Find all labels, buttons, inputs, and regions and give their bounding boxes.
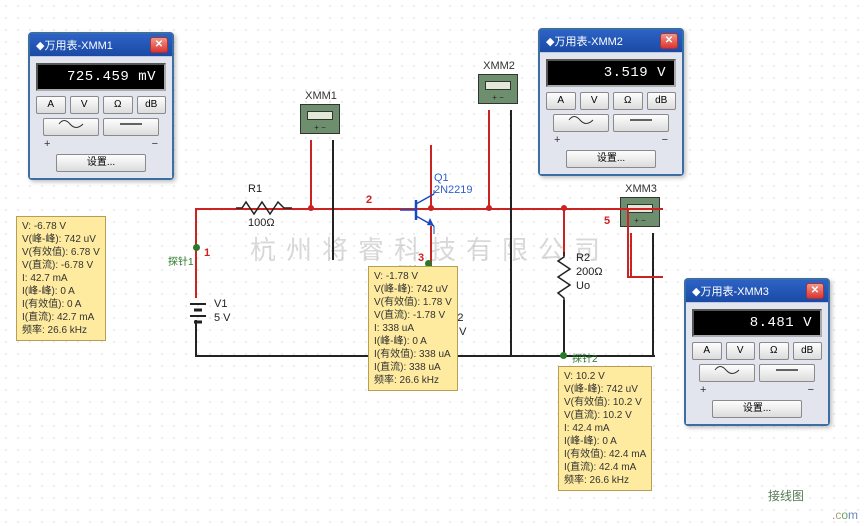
dc-button[interactable]	[759, 364, 815, 382]
ac-button[interactable]	[699, 364, 755, 382]
r1-value: 100Ω	[248, 217, 275, 229]
reading-display: 3.519 V	[546, 59, 676, 87]
instrument-xmm2-label: XMM2	[478, 60, 520, 72]
dc-icon	[774, 365, 800, 380]
mode-db-button[interactable]: dB	[793, 342, 823, 360]
mode-a-button[interactable]: A	[692, 342, 722, 360]
minus-terminal: −	[808, 384, 814, 396]
node-2: 2	[366, 194, 372, 206]
instrument-xmm1-label: XMM1	[300, 90, 342, 102]
multimeter-window-xmm1[interactable]: ◆ 万用表-XMM1 ✕ 725.459 mV A V Ω dB + − 设置..…	[28, 32, 174, 180]
dc-icon	[628, 115, 654, 130]
plus-terminal: +	[700, 384, 706, 396]
component-r1[interactable]	[236, 200, 292, 216]
probe3-note: V: -1.78 V V(峰-峰): 742 uV V(有效值): 1.78 V…	[368, 266, 458, 391]
minus-terminal: −	[662, 134, 668, 146]
component-v1[interactable]	[186, 296, 210, 326]
v1-name: V1	[214, 298, 227, 310]
close-icon[interactable]: ✕	[660, 33, 678, 49]
app-icon: ◆	[36, 39, 44, 52]
watermark-tag: 接线图	[768, 487, 804, 504]
r2-uo: Uo	[576, 280, 590, 292]
close-icon[interactable]: ✕	[806, 283, 824, 299]
probe2-note: V: 10.2 V V(峰-峰): 742 uV V(有效值): 10.2 V …	[558, 366, 652, 491]
mode-ohm-button[interactable]: Ω	[759, 342, 789, 360]
node-1: 1	[204, 247, 210, 259]
r1-name: R1	[248, 183, 262, 195]
r2-value: 200Ω	[576, 266, 603, 278]
ac-button[interactable]	[553, 114, 609, 132]
ac-button[interactable]	[43, 118, 99, 136]
plus-terminal: +	[554, 134, 560, 146]
reading-display: 8.481 V	[692, 309, 822, 337]
instrument-xmm1[interactable]: XMM1	[300, 90, 342, 134]
settings-button[interactable]: 设置...	[566, 150, 656, 168]
close-icon[interactable]: ✕	[150, 37, 168, 53]
q1-model: 2N2219	[434, 184, 473, 196]
instrument-xmm3-label: XMM3	[620, 183, 662, 195]
r2-name: R2	[576, 252, 590, 264]
app-icon: ◆	[546, 35, 554, 48]
probe1-note: V: -6.78 V V(峰-峰): 742 uV V(有效值): 6.78 V…	[16, 216, 106, 341]
sine-icon	[568, 115, 594, 130]
mode-v-button[interactable]: V	[70, 96, 100, 114]
multimeter-window-xmm3[interactable]: ◆ 万用表-XMM3 ✕ 8.481 V A V Ω dB + − 设置...	[684, 278, 830, 426]
component-r2[interactable]	[556, 252, 572, 304]
watermark-site: .com	[832, 508, 858, 522]
sine-icon	[714, 365, 740, 380]
mode-db-button[interactable]: dB	[137, 96, 167, 114]
q1-name: Q1	[434, 172, 449, 184]
probe1-label: 探针1	[168, 253, 194, 268]
mode-ohm-button[interactable]: Ω	[613, 92, 643, 110]
minus-terminal: −	[152, 138, 158, 150]
dc-button[interactable]	[103, 118, 159, 136]
mode-ohm-button[interactable]: Ω	[103, 96, 133, 114]
instrument-xmm2[interactable]: XMM2	[478, 60, 520, 104]
dc-icon	[118, 119, 144, 134]
dc-button[interactable]	[613, 114, 669, 132]
app-icon: ◆	[692, 285, 700, 298]
component-q1[interactable]	[400, 190, 458, 234]
window-title: 万用表-XMM2	[554, 33, 660, 49]
v1-value: 5 V	[214, 312, 231, 324]
multimeter-window-xmm2[interactable]: ◆ 万用表-XMM2 ✕ 3.519 V A V Ω dB + − 设置...	[538, 28, 684, 176]
window-title: 万用表-XMM1	[44, 37, 150, 53]
node-5: 5	[604, 215, 610, 227]
probe2-label: 探针2	[572, 350, 598, 365]
sine-icon	[58, 119, 84, 134]
reading-display: 725.459 mV	[36, 63, 166, 91]
mode-a-button[interactable]: A	[36, 96, 66, 114]
mode-v-button[interactable]: V	[580, 92, 610, 110]
settings-button[interactable]: 设置...	[56, 154, 146, 172]
mode-db-button[interactable]: dB	[647, 92, 677, 110]
window-title: 万用表-XMM3	[700, 283, 806, 299]
mode-a-button[interactable]: A	[546, 92, 576, 110]
plus-terminal: +	[44, 138, 50, 150]
settings-button[interactable]: 设置...	[712, 400, 802, 418]
mode-v-button[interactable]: V	[726, 342, 756, 360]
